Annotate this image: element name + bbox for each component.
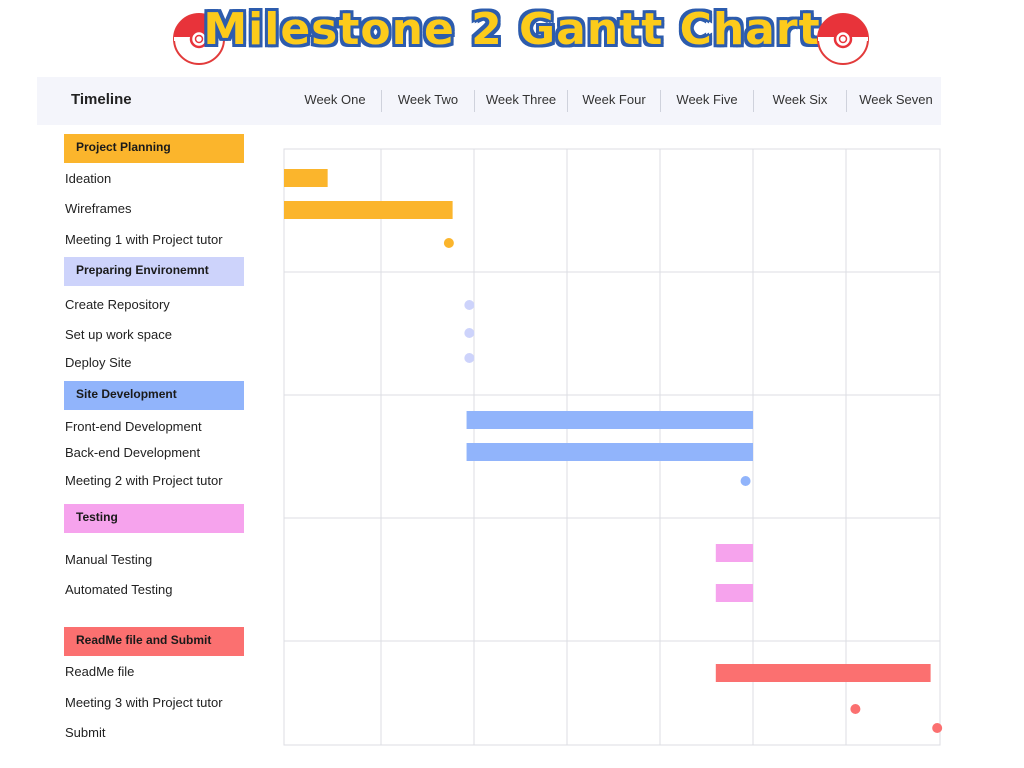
gantt-bar xyxy=(715,584,753,602)
gantt-milestone xyxy=(740,476,751,486)
gantt-bar xyxy=(284,169,328,187)
gantt-milestone xyxy=(443,238,454,248)
gantt-bar xyxy=(715,664,931,682)
gantt-bar xyxy=(466,411,753,429)
gantt-milestone xyxy=(464,300,475,310)
gantt-milestone xyxy=(850,704,861,714)
gantt-milestone xyxy=(932,723,943,733)
gantt-bar xyxy=(466,443,753,461)
gantt-bar xyxy=(284,201,453,219)
gantt-milestone xyxy=(464,328,475,338)
gantt-chart xyxy=(283,148,943,746)
gantt-milestone xyxy=(464,353,475,363)
gantt-bar xyxy=(715,544,753,562)
